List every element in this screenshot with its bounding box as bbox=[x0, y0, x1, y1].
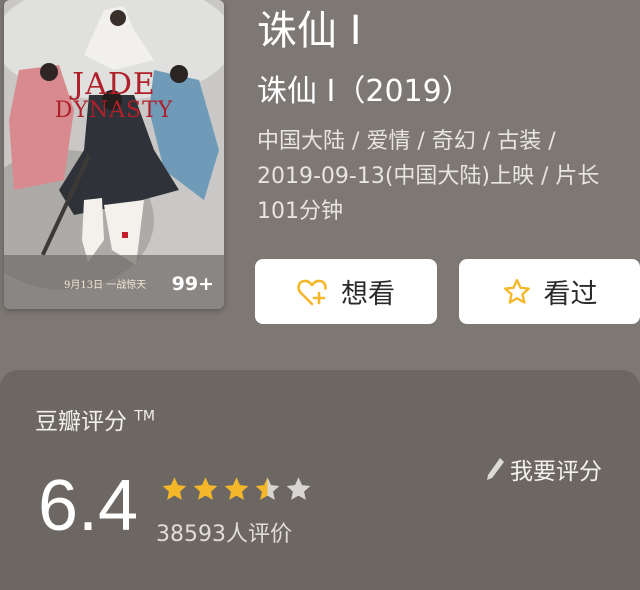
movie-title: 诛仙 I bbox=[257, 8, 362, 54]
star-half-icon bbox=[255, 477, 280, 500]
movie-meta-line: 2019-09-13(中国大陆)上映 / 片长 bbox=[257, 164, 600, 189]
rating-label-text: 豆瓣评分 bbox=[35, 409, 127, 435]
movie-meta-line: 101分钟 bbox=[257, 199, 343, 224]
movie-original-title: 诛仙 I（2019） bbox=[257, 74, 472, 109]
star-empty-icon bbox=[286, 477, 311, 500]
trademark-mark: TM bbox=[134, 408, 155, 425]
movie-poster[interactable]: JADE DYNASTY 9月13日 一战惊天 99+ bbox=[4, 0, 224, 309]
star-outline-icon bbox=[503, 278, 530, 304]
rating-card: 豆瓣评分 TM 我要评分 6.4 38593人评价 bbox=[0, 370, 640, 590]
poster-release-text: 9月13日 一战惊天 bbox=[64, 280, 147, 291]
watched-label: 看过 bbox=[543, 279, 598, 310]
want-to-watch-label: 想看 bbox=[341, 279, 395, 310]
rating-score: 6.4 bbox=[38, 466, 139, 546]
movie-meta: 中国大陆 / 爱情 / 奇幻 / 古装 / 2019-09-13(中国大陆)上映… bbox=[257, 124, 635, 229]
star-full-icon bbox=[224, 477, 249, 500]
rate-it-button[interactable]: 我要评分 bbox=[484, 452, 602, 486]
heart-plus-icon bbox=[297, 279, 327, 305]
rating-label: 豆瓣评分 TM bbox=[35, 402, 155, 436]
star-full-icon bbox=[162, 477, 187, 500]
watched-button[interactable]: 看过 bbox=[459, 259, 640, 324]
poster-artwork bbox=[4, 0, 224, 309]
poster-photo-count-badge[interactable]: 99+ bbox=[172, 273, 214, 295]
rating-stars bbox=[160, 475, 313, 504]
want-to-watch-button[interactable]: 想看 bbox=[255, 259, 437, 324]
pencil-icon bbox=[487, 458, 504, 480]
rating-votes[interactable]: 38593人评价 bbox=[156, 516, 292, 548]
poster-brand: JADE DYNASTY bbox=[4, 70, 224, 122]
poster-brand-line1: JADE bbox=[72, 67, 156, 102]
poster-brand-line2: DYNASTY bbox=[54, 98, 174, 123]
star-full-icon bbox=[193, 477, 218, 500]
movie-meta-line: 中国大陆 / 爱情 / 奇幻 / 古装 / bbox=[257, 129, 556, 154]
rate-it-label: 我要评分 bbox=[510, 459, 602, 485]
